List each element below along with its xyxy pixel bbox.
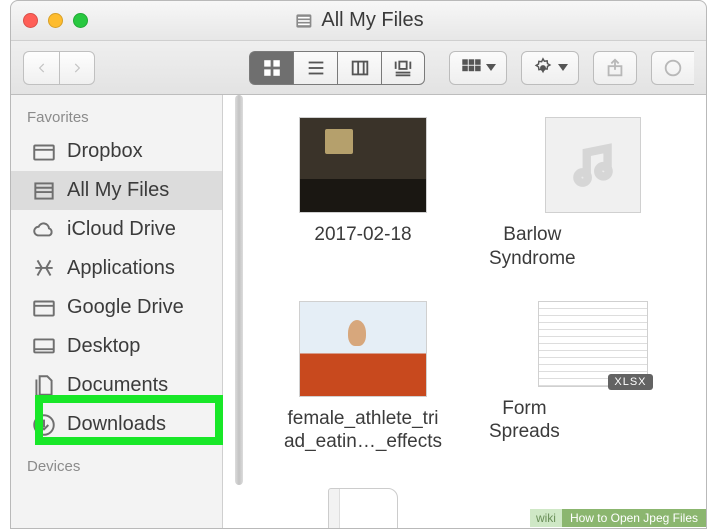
box-icon <box>31 297 57 319</box>
applications-icon <box>31 258 57 280</box>
sidebar-item-desktop[interactable]: Desktop <box>11 327 222 366</box>
sidebar-resize-handle[interactable] <box>235 95 243 485</box>
sidebar-item-all-my-files[interactable]: All My Files <box>11 171 222 210</box>
documents-icon <box>31 375 57 397</box>
minimize-window-button[interactable] <box>48 13 63 28</box>
all-my-files-icon <box>31 180 57 202</box>
chevron-down-icon <box>558 64 568 71</box>
file-item[interactable] <box>253 484 473 528</box>
sidebar-item-label: Google Drive <box>67 296 184 319</box>
file-type-badge: XLSX <box>608 374 652 390</box>
content-area[interactable]: 2017-02-18 Barlow Syndrome female_athlet… <box>223 95 706 528</box>
file-name: female_athlete_tri ad_eatin…_effects <box>284 407 442 455</box>
sidebar-item-label: Documents <box>67 374 168 397</box>
file-name: Barlow Syndrome <box>489 223 576 271</box>
sidebar-item-dropbox[interactable]: Dropbox <box>11 132 222 171</box>
sidebar-item-applications[interactable]: Applications <box>11 249 222 288</box>
watermark-brand: wiki <box>530 509 562 527</box>
window-body: Favorites Dropbox All My Files iCloud Dr… <box>11 95 706 528</box>
sidebar-item-label: Applications <box>67 257 175 280</box>
document-thumbnail <box>328 488 398 528</box>
sidebar-item-label: Desktop <box>67 335 140 358</box>
nav-buttons <box>23 51 95 85</box>
sidebar-item-label: Dropbox <box>67 140 143 163</box>
action-button[interactable] <box>521 51 579 85</box>
toolbar <box>11 41 706 95</box>
image-thumbnail <box>299 301 427 397</box>
music-thumbnail <box>545 117 641 213</box>
tags-button[interactable] <box>651 51 694 85</box>
zoom-window-button[interactable] <box>73 13 88 28</box>
file-item[interactable]: Barlow Syndrome <box>483 117 696 271</box>
file-item[interactable]: female_athlete_tri ad_eatin…_effects <box>253 301 473 455</box>
box-icon <box>31 141 57 163</box>
watermark-title: How to Open Jpeg Files <box>562 509 706 527</box>
chevron-down-icon <box>486 64 496 71</box>
window-title: All My Files <box>293 9 423 32</box>
sidebar-section-devices: Devices <box>11 444 222 481</box>
view-switcher <box>249 51 425 85</box>
file-name: 2017-02-18 <box>314 223 411 247</box>
sidebar-item-google-drive[interactable]: Google Drive <box>11 288 222 327</box>
back-button[interactable] <box>23 51 59 85</box>
share-button[interactable] <box>593 51 637 85</box>
sidebar-item-label: iCloud Drive <box>67 218 176 241</box>
sidebar-section-favorites: Favorites <box>11 95 222 132</box>
spreadsheet-thumbnail: XLSX <box>538 301 648 387</box>
cloud-icon <box>31 219 57 241</box>
coverflow-view-button[interactable] <box>381 51 425 85</box>
sidebar-item-icloud[interactable]: iCloud Drive <box>11 210 222 249</box>
photo-thumbnail <box>299 117 427 213</box>
arrange-button[interactable] <box>449 51 507 85</box>
all-my-files-icon <box>293 11 313 31</box>
column-view-button[interactable] <box>337 51 381 85</box>
desktop-icon <box>31 336 57 358</box>
window-title-text: All My Files <box>321 9 423 32</box>
file-name: Form Spreads <box>489 397 560 445</box>
close-window-button[interactable] <box>23 13 38 28</box>
forward-button[interactable] <box>59 51 95 85</box>
sidebar: Favorites Dropbox All My Files iCloud Dr… <box>11 95 223 528</box>
list-view-button[interactable] <box>293 51 337 85</box>
icon-view-button[interactable] <box>249 51 293 85</box>
tutorial-highlight <box>35 395 223 445</box>
sidebar-item-label: All My Files <box>67 179 169 202</box>
titlebar: All My Files <box>11 1 706 41</box>
file-item[interactable]: XLSX Form Spreads <box>483 301 696 455</box>
watermark: wiki How to Open Jpeg Files <box>530 508 706 528</box>
file-item[interactable]: 2017-02-18 <box>253 117 473 271</box>
window-controls <box>23 13 88 28</box>
finder-window: All My Files <box>10 0 707 529</box>
